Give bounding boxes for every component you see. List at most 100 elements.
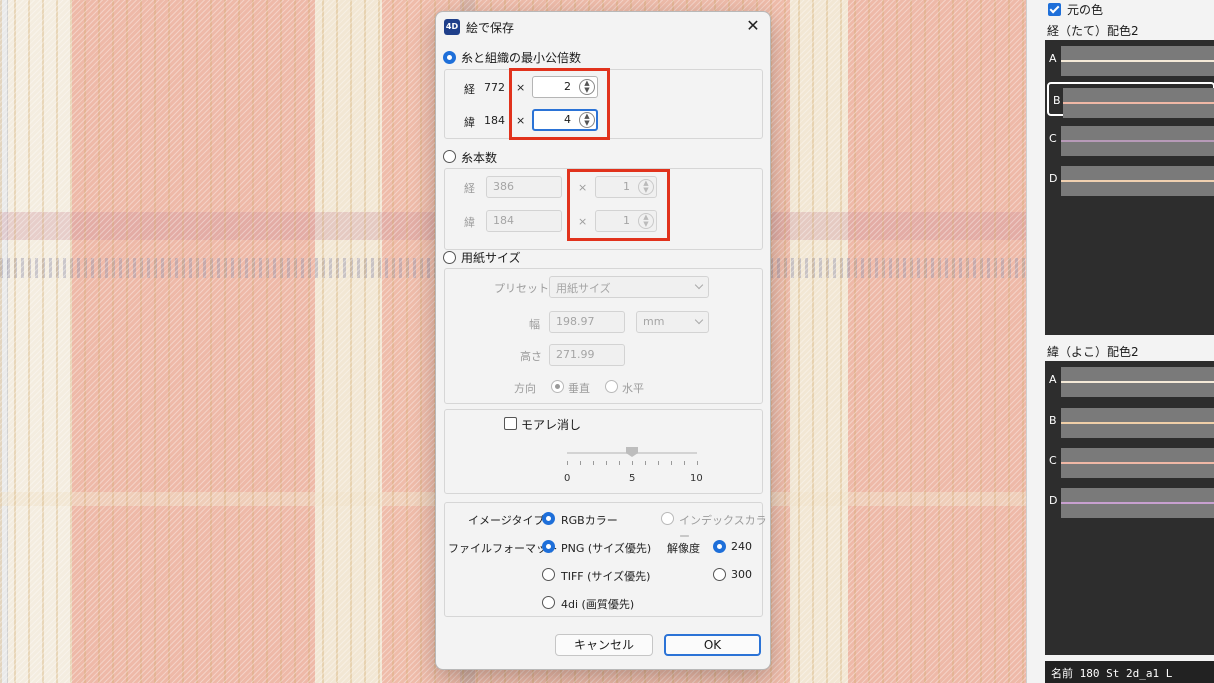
- slider-tick: [645, 461, 646, 465]
- vertical-label: 垂直: [568, 382, 590, 395]
- index-color-radio[interactable]: [661, 512, 674, 525]
- status-bar: 名前 180 St 2d_a1 L: [1045, 661, 1214, 683]
- weft-color-row[interactable]: A: [1045, 363, 1214, 397]
- 4di-label: 4di (画質優先): [561, 598, 635, 611]
- paper-size-label: 用紙サイズ: [461, 251, 521, 265]
- thread-line: [1061, 180, 1214, 182]
- weft-palette-label: 緯（よこ）配色2: [1047, 345, 1139, 359]
- thread-line: [1061, 462, 1214, 464]
- canvas-left-edge: [0, 0, 8, 683]
- chevron-down-icon: [694, 280, 704, 290]
- width-label: 幅: [529, 318, 540, 331]
- warp-count: 772: [484, 81, 505, 94]
- thread-line: [1061, 60, 1214, 62]
- width-field[interactable]: 198.97: [549, 311, 625, 333]
- thread-count-radio[interactable]: [443, 150, 456, 163]
- tiff-radio[interactable]: [542, 568, 555, 581]
- warp-color-row[interactable]: A: [1045, 42, 1214, 76]
- height-label: 高さ: [520, 350, 542, 363]
- paper-size-radio[interactable]: [443, 251, 456, 264]
- warp-color-row-selected[interactable]: B: [1047, 82, 1214, 118]
- horizontal-radio[interactable]: [605, 380, 618, 393]
- vertical-radio[interactable]: [551, 380, 564, 393]
- slider-tick: [632, 461, 633, 465]
- cancel-button[interactable]: キャンセル: [555, 634, 653, 656]
- row-letter: D: [1049, 494, 1058, 507]
- original-color-toggle[interactable]: 元の色: [1048, 1, 1103, 18]
- thread-line: [1061, 422, 1214, 424]
- warp-count-field[interactable]: 386: [486, 176, 562, 198]
- slider-tick: [606, 461, 607, 465]
- warp-color-list[interactable]: A B C D: [1045, 40, 1214, 335]
- slider-min-label: 0: [564, 473, 571, 484]
- warp-label: 経: [464, 83, 475, 96]
- save-as-image-dialog: 4D 絵で保存 ✕ 糸と組織の最小公倍数 経 772 × 2 ▲ ▼ 緯 184 …: [435, 11, 771, 670]
- direction-label: 方向: [514, 382, 536, 395]
- warp-color-row[interactable]: D: [1045, 162, 1214, 196]
- res-240-label: 240: [731, 540, 752, 553]
- weft-color-list[interactable]: A B C D: [1045, 361, 1214, 655]
- row-letter: A: [1049, 373, 1057, 386]
- close-button[interactable]: ✕: [742, 17, 764, 37]
- preset-label: プリセット: [494, 282, 549, 295]
- weft-label: 緯: [464, 216, 475, 229]
- row-letter: A: [1049, 52, 1057, 65]
- rgb-radio[interactable]: [542, 512, 555, 525]
- weft-count-field[interactable]: 184: [486, 210, 562, 232]
- color-panel: 元の色 経（たて）配色2 A B C D 緯（よこ）配色2 A B C D 名前…: [1026, 0, 1214, 683]
- warp-color-row[interactable]: C: [1045, 122, 1214, 156]
- highlight-box: [509, 68, 610, 140]
- row-letter: C: [1049, 132, 1057, 145]
- row-letter: B: [1053, 94, 1061, 107]
- lcm-radio[interactable]: [443, 51, 456, 64]
- moire-label: モアレ消し: [521, 418, 582, 432]
- weft-color-row[interactable]: C: [1045, 444, 1214, 478]
- height-field[interactable]: 271.99: [549, 344, 625, 366]
- warp-label: 経: [464, 182, 475, 195]
- unit-value: mm: [643, 315, 665, 328]
- preset-dropdown[interactable]: 用紙サイズ: [549, 276, 709, 298]
- unit-dropdown[interactable]: mm: [636, 311, 709, 333]
- weft-label: 緯: [464, 116, 475, 129]
- slider-tick: [567, 461, 568, 465]
- slider-tick: [658, 461, 659, 465]
- png-label: PNG (サイズ優先): [561, 542, 652, 555]
- thread-line: [1061, 381, 1214, 383]
- warp-palette-label: 経（たて）配色2: [1047, 24, 1139, 38]
- original-color-label: 元の色: [1067, 3, 1104, 17]
- row-letter: B: [1049, 414, 1057, 427]
- weft-color-row[interactable]: B: [1045, 404, 1214, 438]
- slider-tick: [619, 461, 620, 465]
- slider-tick: [580, 461, 581, 465]
- weft-color-row[interactable]: D: [1045, 484, 1214, 518]
- ok-button[interactable]: OK: [664, 634, 761, 656]
- res-300-radio[interactable]: [713, 568, 726, 581]
- rgb-label: RGBカラー: [561, 514, 618, 527]
- png-radio[interactable]: [542, 540, 555, 553]
- chevron-down-icon: [694, 315, 704, 325]
- lcm-section-label: 糸と組織の最小公倍数: [461, 51, 582, 65]
- weft-count: 184: [484, 114, 505, 127]
- 4di-radio[interactable]: [542, 596, 555, 609]
- moire-checkbox[interactable]: [504, 417, 517, 430]
- slider-tick: [593, 461, 594, 465]
- preset-value: 用紙サイズ: [556, 282, 611, 295]
- slider-tick: [671, 461, 672, 465]
- image-type-label: イメージタイプ: [468, 514, 545, 527]
- highlight-box: [567, 169, 670, 241]
- res-240-radio[interactable]: [713, 540, 726, 553]
- thread-line: [1061, 502, 1214, 504]
- res-300-label: 300: [731, 568, 752, 581]
- horizontal-label: 水平: [622, 382, 644, 395]
- slider-tick: [697, 461, 698, 465]
- app-logo-icon: 4D: [444, 19, 460, 35]
- thread-line: [1063, 102, 1214, 104]
- slider-tick: [684, 461, 685, 465]
- thread-count-label: 糸本数: [461, 151, 498, 165]
- dialog-titlebar[interactable]: 4D 絵で保存 ✕: [436, 12, 770, 42]
- row-letter: C: [1049, 454, 1057, 467]
- tiff-label: TIFF (サイズ優先): [561, 570, 651, 583]
- resolution-label: 解像度: [667, 542, 700, 555]
- slider-mid-label: 5: [629, 473, 636, 484]
- checkbox-checked-icon[interactable]: [1048, 3, 1061, 16]
